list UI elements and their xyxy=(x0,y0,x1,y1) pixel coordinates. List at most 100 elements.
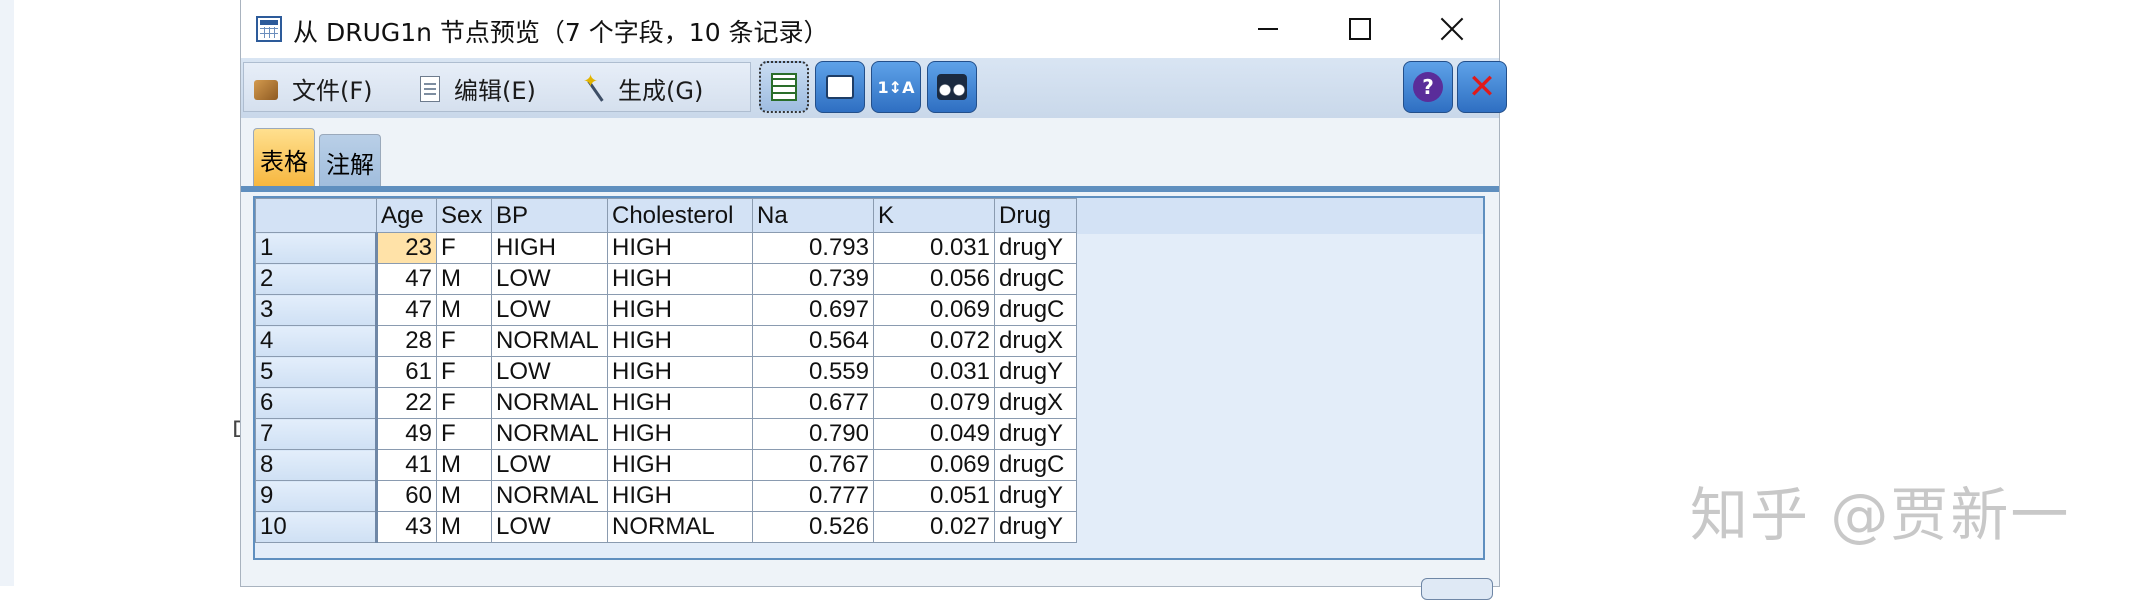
table-cell[interactable]: 61 xyxy=(376,356,437,388)
table-cell[interactable]: drugX xyxy=(994,387,1077,419)
table-cell[interactable]: drugY xyxy=(994,511,1077,543)
table-cell[interactable]: HIGH xyxy=(607,418,753,450)
menu-generate[interactable]: 生成(G) xyxy=(580,71,703,105)
table-cell[interactable]: NORMAL xyxy=(491,418,608,450)
maximize-button[interactable] xyxy=(1315,0,1405,58)
table-cell[interactable]: 49 xyxy=(376,418,437,450)
table-cell[interactable]: LOW xyxy=(491,356,608,388)
table-cell[interactable]: NORMAL xyxy=(491,325,608,357)
column-header-k[interactable]: K xyxy=(873,198,995,233)
table-cell[interactable]: 0.072 xyxy=(873,325,995,357)
table-cell[interactable]: drugY xyxy=(994,418,1077,450)
find-button[interactable] xyxy=(927,61,977,113)
table-cell[interactable]: 0.559 xyxy=(752,356,874,388)
table-cell[interactable]: LOW xyxy=(491,511,608,543)
row-number[interactable]: 8 xyxy=(255,449,378,481)
table-cell[interactable]: HIGH xyxy=(607,449,753,481)
row-number[interactable]: 6 xyxy=(255,387,378,419)
table-cell[interactable]: HIGH xyxy=(607,325,753,357)
table-cell[interactable]: HIGH xyxy=(607,480,753,512)
table-cell[interactable]: F xyxy=(436,387,492,419)
table-cell[interactable]: 0.079 xyxy=(873,387,995,419)
row-number[interactable]: 9 xyxy=(255,480,378,512)
table-cell[interactable]: F xyxy=(436,418,492,450)
row-number[interactable]: 10 xyxy=(255,511,378,543)
table-cell[interactable]: M xyxy=(436,263,492,295)
print-button[interactable] xyxy=(815,61,865,113)
column-header-drug[interactable]: Drug xyxy=(994,198,1077,233)
table-cell[interactable]: LOW xyxy=(491,449,608,481)
table-row[interactable]: 6 22 F NORMAL HIGH 0.677 0.079 drugX xyxy=(255,387,1077,419)
minimize-button[interactable] xyxy=(1223,0,1313,58)
help-button[interactable]: ? xyxy=(1403,61,1453,113)
table-cell[interactable]: HIGH xyxy=(491,232,608,264)
table-cell[interactable]: 0.027 xyxy=(873,511,995,543)
row-number[interactable]: 5 xyxy=(255,356,378,388)
table-row[interactable]: 9 60 M NORMAL HIGH 0.777 0.051 drugY xyxy=(255,480,1077,512)
tab-table[interactable]: 表格 xyxy=(253,128,315,190)
row-number[interactable]: 3 xyxy=(255,294,378,326)
row-number-header[interactable] xyxy=(255,198,377,233)
table-cell[interactable]: 43 xyxy=(376,511,437,543)
table-cell[interactable]: 28 xyxy=(376,325,437,357)
table-cell[interactable]: drugY xyxy=(994,356,1077,388)
dialog-bottom-button[interactable] xyxy=(1421,578,1493,600)
table-cell[interactable]: drugX xyxy=(994,325,1077,357)
table-row[interactable]: 10 43 M LOW NORMAL 0.526 0.027 drugY xyxy=(255,511,1077,543)
row-number[interactable]: 2 xyxy=(255,263,378,295)
table-cell[interactable]: LOW xyxy=(491,294,608,326)
column-header-sex[interactable]: Sex xyxy=(436,198,492,233)
table-row[interactable]: 2 47 M LOW HIGH 0.739 0.056 drugC xyxy=(255,263,1077,295)
table-cell[interactable]: NORMAL xyxy=(607,511,753,543)
table-cell[interactable]: 47 xyxy=(376,294,437,326)
table-cell[interactable]: drugC xyxy=(994,294,1077,326)
table-cell[interactable]: F xyxy=(436,325,492,357)
table-cell[interactable]: 47 xyxy=(376,263,437,295)
table-cell[interactable]: M xyxy=(436,294,492,326)
table-cell[interactable]: 60 xyxy=(376,480,437,512)
column-header-na[interactable]: Na xyxy=(752,198,874,233)
table-cell[interactable]: drugY xyxy=(994,480,1077,512)
table-cell[interactable]: 0.790 xyxy=(752,418,874,450)
table-cell[interactable]: HIGH xyxy=(607,263,753,295)
table-cell[interactable]: NORMAL xyxy=(491,387,608,419)
table-cell[interactable]: 0.793 xyxy=(752,232,874,264)
title-bar[interactable]: 从 DRUG1n 节点预览（7 个字段，10 条记录） xyxy=(241,0,1499,58)
table-cell[interactable]: NORMAL xyxy=(491,480,608,512)
table-cell[interactable]: drugC xyxy=(994,263,1077,295)
table-cell[interactable]: drugC xyxy=(994,449,1077,481)
column-header-age[interactable]: Age xyxy=(376,198,437,233)
table-cell[interactable]: 41 xyxy=(376,449,437,481)
table-row[interactable]: 8 41 M LOW HIGH 0.767 0.069 drugC xyxy=(255,449,1077,481)
table-cell[interactable]: 0.564 xyxy=(752,325,874,357)
table-cell[interactable]: 0.056 xyxy=(873,263,995,295)
table-cell[interactable]: HIGH xyxy=(607,356,753,388)
table-cell[interactable]: drugY xyxy=(994,232,1077,264)
table-cell[interactable]: HIGH xyxy=(607,387,753,419)
menu-file[interactable]: 文件(F) xyxy=(254,73,373,105)
table-cell[interactable]: 0.051 xyxy=(873,480,995,512)
tab-notes[interactable]: 注解 xyxy=(319,134,381,190)
table-cell[interactable]: 0.767 xyxy=(752,449,874,481)
close-window-button[interactable] xyxy=(1407,0,1497,58)
table-row[interactable]: 4 28 F NORMAL HIGH 0.564 0.072 drugX xyxy=(255,325,1077,357)
table-cell[interactable]: 22 xyxy=(376,387,437,419)
table-view-button[interactable] xyxy=(759,61,809,113)
table-cell[interactable]: LOW xyxy=(491,263,608,295)
table-cell[interactable]: M xyxy=(436,511,492,543)
table-cell[interactable]: HIGH xyxy=(607,294,753,326)
table-row[interactable]: 5 61 F LOW HIGH 0.559 0.031 drugY xyxy=(255,356,1077,388)
table-cell[interactable]: 0.739 xyxy=(752,263,874,295)
table-cell[interactable]: 0.777 xyxy=(752,480,874,512)
table-cell[interactable]: HIGH xyxy=(607,232,753,264)
table-row[interactable]: 7 49 F NORMAL HIGH 0.790 0.049 drugY xyxy=(255,418,1077,450)
column-header-bp[interactable]: BP xyxy=(491,198,608,233)
table-cell[interactable]: 0.031 xyxy=(873,356,995,388)
table-cell[interactable]: M xyxy=(436,449,492,481)
data-grid[interactable]: Age Sex BP Cholesterol Na K Drug 1 23 F HIGH HIGH 0… xyxy=(253,196,1485,560)
row-number[interactable]: 1 xyxy=(255,232,378,264)
close-preview-button[interactable]: ✕ xyxy=(1457,61,1507,113)
row-number[interactable]: 7 xyxy=(255,418,378,450)
table-row[interactable]: 3 47 M LOW HIGH 0.697 0.069 drugC xyxy=(255,294,1077,326)
table-cell[interactable]: 0.049 xyxy=(873,418,995,450)
